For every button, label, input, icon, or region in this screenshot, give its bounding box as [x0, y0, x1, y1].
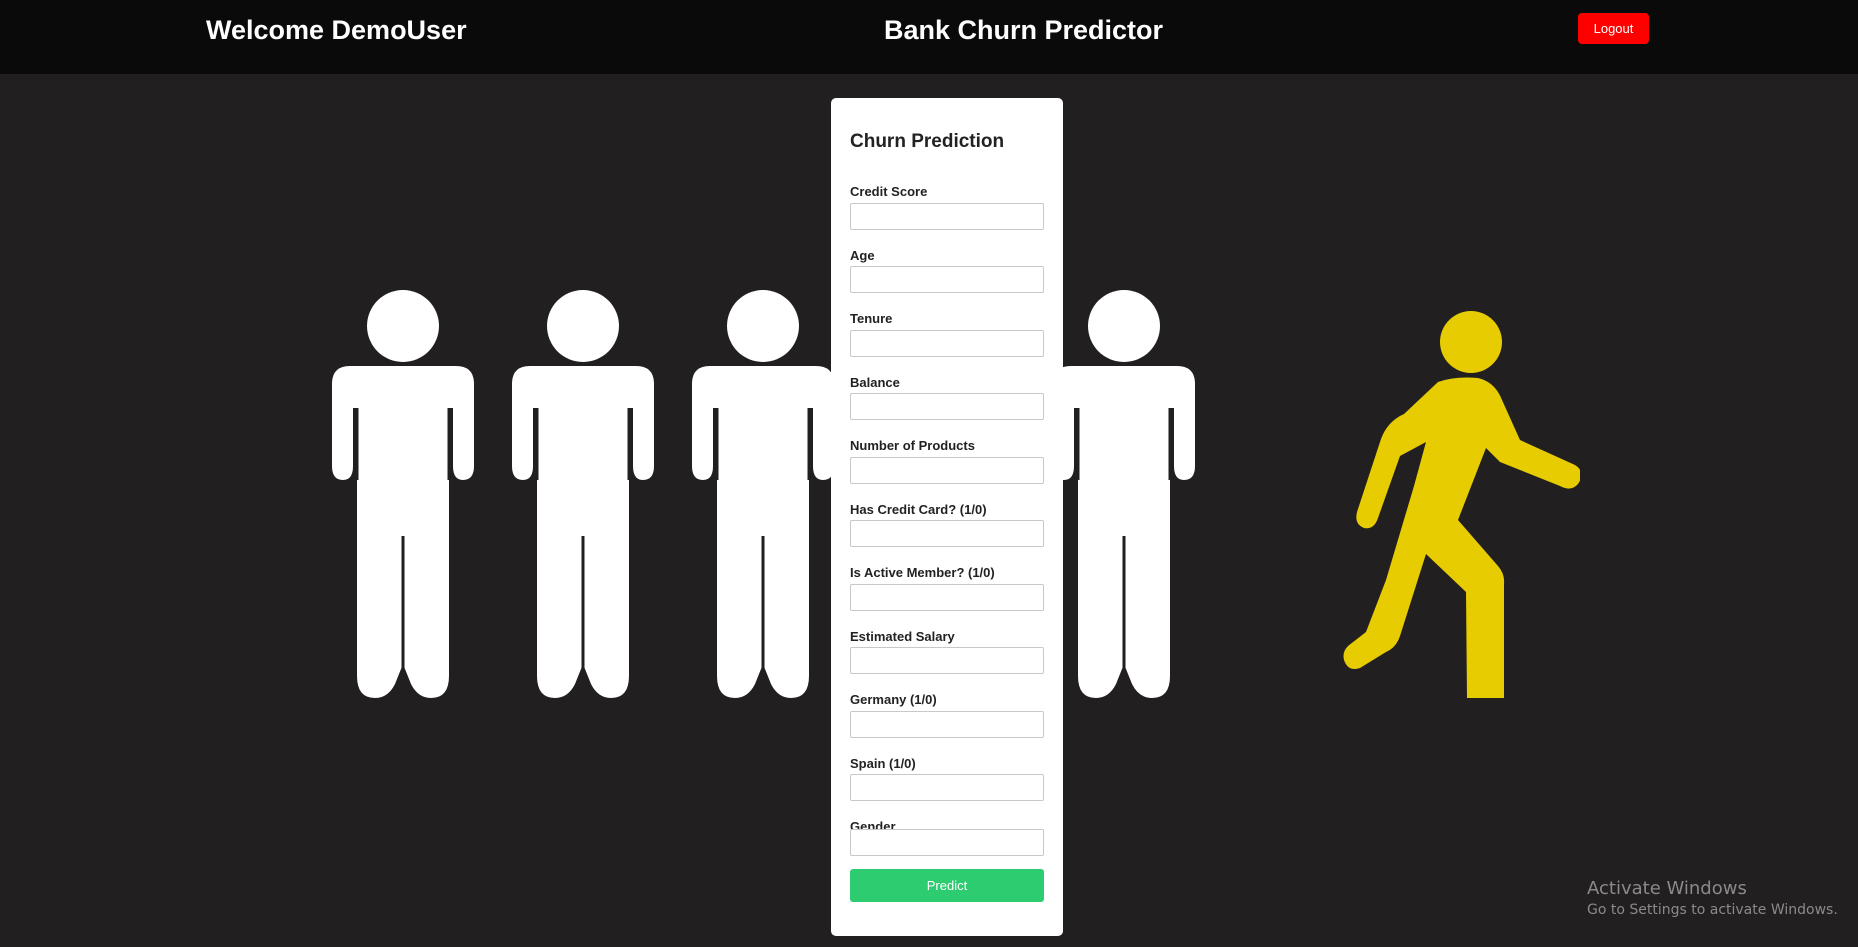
credit-score-input[interactable] [850, 203, 1044, 230]
has-credit-card-label: Has Credit Card? (1/0) [850, 502, 987, 517]
estimated-salary-input[interactable] [850, 647, 1044, 674]
predict-button[interactable]: Predict [850, 869, 1044, 902]
spain-label: Spain (1/0) [850, 756, 916, 771]
activate-windows-watermark: Activate Windows Go to Settings to activ… [1587, 877, 1838, 919]
watermark-subtitle: Go to Settings to activate Windows. [1587, 902, 1838, 918]
number-of-products-label: Number of Products [850, 438, 975, 453]
balance-input[interactable] [850, 393, 1044, 420]
welcome-message: Welcome DemoUser [206, 15, 467, 45]
watermark-title: Activate Windows [1587, 878, 1747, 899]
is-active-member-label: Is Active Member? (1/0) [850, 565, 995, 580]
person-standing-icon [332, 290, 474, 698]
churn-prediction-form: Churn Prediction Credit Score Age Tenure… [831, 98, 1063, 936]
tenure-input[interactable] [850, 330, 1044, 357]
germany-label: Germany (1/0) [850, 692, 937, 707]
is-active-member-input[interactable] [850, 584, 1044, 611]
tenure-label: Tenure [850, 311, 893, 326]
number-of-products-input[interactable] [850, 457, 1044, 484]
estimated-salary-label: Estimated Salary [850, 629, 955, 644]
person-standing-icon [512, 290, 654, 698]
person-standing-icon [1053, 290, 1195, 698]
credit-score-label: Credit Score [850, 184, 928, 199]
has-credit-card-input[interactable] [850, 520, 1044, 547]
logout-button[interactable]: Logout [1578, 13, 1649, 44]
app-title: Bank Churn Predictor [884, 15, 1164, 45]
spain-input[interactable] [850, 774, 1044, 801]
gender-input[interactable] [850, 829, 1044, 856]
form-title: Churn Prediction [850, 131, 1005, 152]
balance-label: Balance [850, 375, 900, 390]
person-walking-away-icon [1343, 311, 1580, 698]
germany-input[interactable] [850, 711, 1044, 738]
person-standing-icon [692, 290, 834, 698]
top-navbar: Welcome DemoUser Bank Churn Predictor Lo… [0, 0, 1858, 74]
age-label: Age [850, 248, 875, 263]
age-input[interactable] [850, 266, 1044, 293]
